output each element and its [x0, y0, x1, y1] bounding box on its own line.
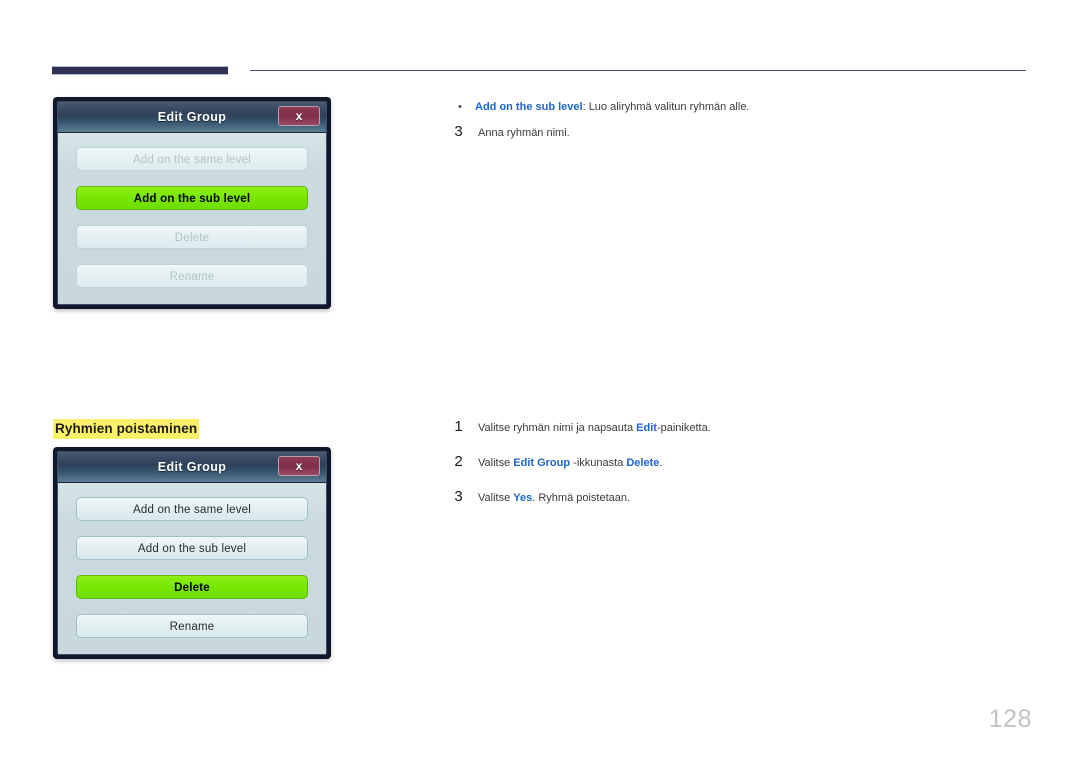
step-item-2: 2 Valitse Edit Group -ikkunasta Delete. [451, 453, 1011, 471]
button-add-on-the-same-level[interactable]: Add on the same level [76, 147, 308, 171]
dialog-inner-frame: Edit Group x Add on the same level Add o… [57, 451, 327, 655]
step-text-post: -painiketta. [656, 422, 711, 434]
step-text-pre: Valitse [478, 492, 514, 504]
page-title: Ryhmien poistaminen [53, 419, 200, 439]
step-item-3: 3 Valitse Yes. Ryhmä poistetaan. [451, 488, 1011, 506]
bullet-text: Add on the sub level: Luo aliryhmä valit… [475, 100, 1015, 115]
step-text: Valitse ryhmän nimi ja napsauta Edit-pai… [478, 421, 1011, 436]
step-number: 3 [454, 123, 463, 140]
close-icon[interactable]: x [278, 106, 320, 126]
page-number: 128 [988, 705, 1032, 733]
step-keyword-edit-group: Edit Group [513, 457, 571, 469]
step-text-post: . [659, 457, 663, 469]
header-rule-thick [52, 66, 228, 75]
dialog-titlebar: Edit Group x [58, 102, 326, 133]
step-text: Anna ryhmän nimi. [478, 127, 570, 139]
step-item-1: 1 Valitse ryhmän nimi ja napsauta Edit-p… [451, 418, 1011, 436]
dialog-inner-frame: Edit Group x Add on the same level Add o… [57, 101, 327, 305]
bullet-keyword: Add on the sub level [475, 101, 583, 113]
step-item-3-top: 3 Anna ryhmän nimi. [451, 123, 1011, 141]
step-text-mid: -ikkunasta [570, 457, 627, 469]
button-rename[interactable]: Rename [76, 264, 308, 288]
step-keyword-yes: Yes [513, 492, 533, 504]
bullet-item-add-sub-level: • Add on the sub level: Luo aliryhmä val… [455, 100, 1015, 115]
dialog-titlebar: Edit Group x [58, 452, 326, 483]
button-add-on-the-sub-level[interactable]: Add on the sub level [76, 186, 308, 210]
step-number: 3 [454, 488, 463, 505]
step-text: Valitse Edit Group -ikkunasta Delete. [478, 456, 1011, 471]
edit-group-dialog-add-sub-level: Edit Group x Add on the same level Add o… [53, 97, 331, 309]
dialog-body: Add on the same level Add on the sub lev… [58, 133, 326, 304]
step-text-pre: Valitse [478, 457, 514, 469]
button-delete[interactable]: Delete [76, 225, 308, 249]
header-rule-thin [250, 70, 1026, 71]
step-number: 2 [454, 453, 463, 470]
step-text-pre: Valitse ryhmän nimi ja napsauta [478, 422, 637, 434]
close-icon[interactable]: x [278, 456, 320, 476]
button-rename[interactable]: Rename [76, 614, 308, 638]
step-number: 1 [454, 418, 463, 435]
step-text: Valitse Yes. Ryhmä poistetaan. [478, 491, 1011, 506]
bullet-marker-icon: • [458, 101, 462, 113]
step-keyword-delete: Delete [626, 457, 660, 469]
bullet-description: : Luo aliryhmä valitun ryhmän alle. [582, 101, 750, 113]
edit-group-dialog-delete: Edit Group x Add on the same level Add o… [53, 447, 331, 659]
dialog-body: Add on the same level Add on the sub lev… [58, 483, 326, 654]
button-add-on-the-sub-level[interactable]: Add on the sub level [76, 536, 308, 560]
step-text-post: . Ryhmä poistetaan. [532, 492, 631, 504]
button-delete[interactable]: Delete [76, 575, 308, 599]
step-keyword-edit: Edit [636, 422, 657, 434]
button-add-on-the-same-level[interactable]: Add on the same level [76, 497, 308, 521]
